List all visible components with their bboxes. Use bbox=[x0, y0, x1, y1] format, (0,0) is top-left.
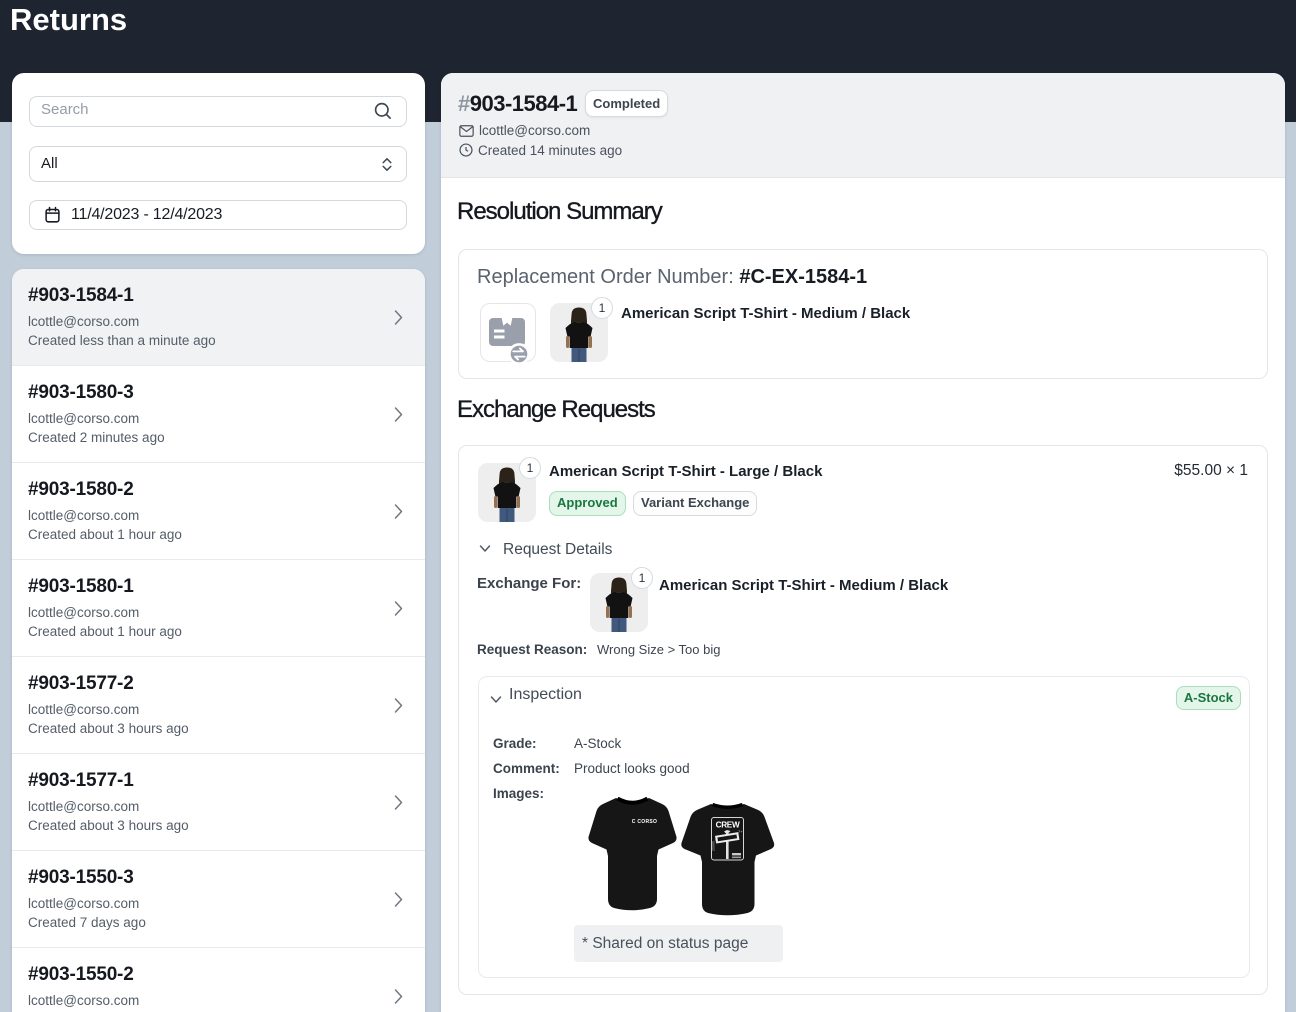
svg-text:C CORSO: C CORSO bbox=[632, 819, 657, 825]
svg-text:20000_: 20000_ bbox=[712, 839, 716, 851]
svg-text:7+: 7+ bbox=[738, 829, 743, 834]
svg-text:CREW: CREW bbox=[716, 821, 740, 830]
